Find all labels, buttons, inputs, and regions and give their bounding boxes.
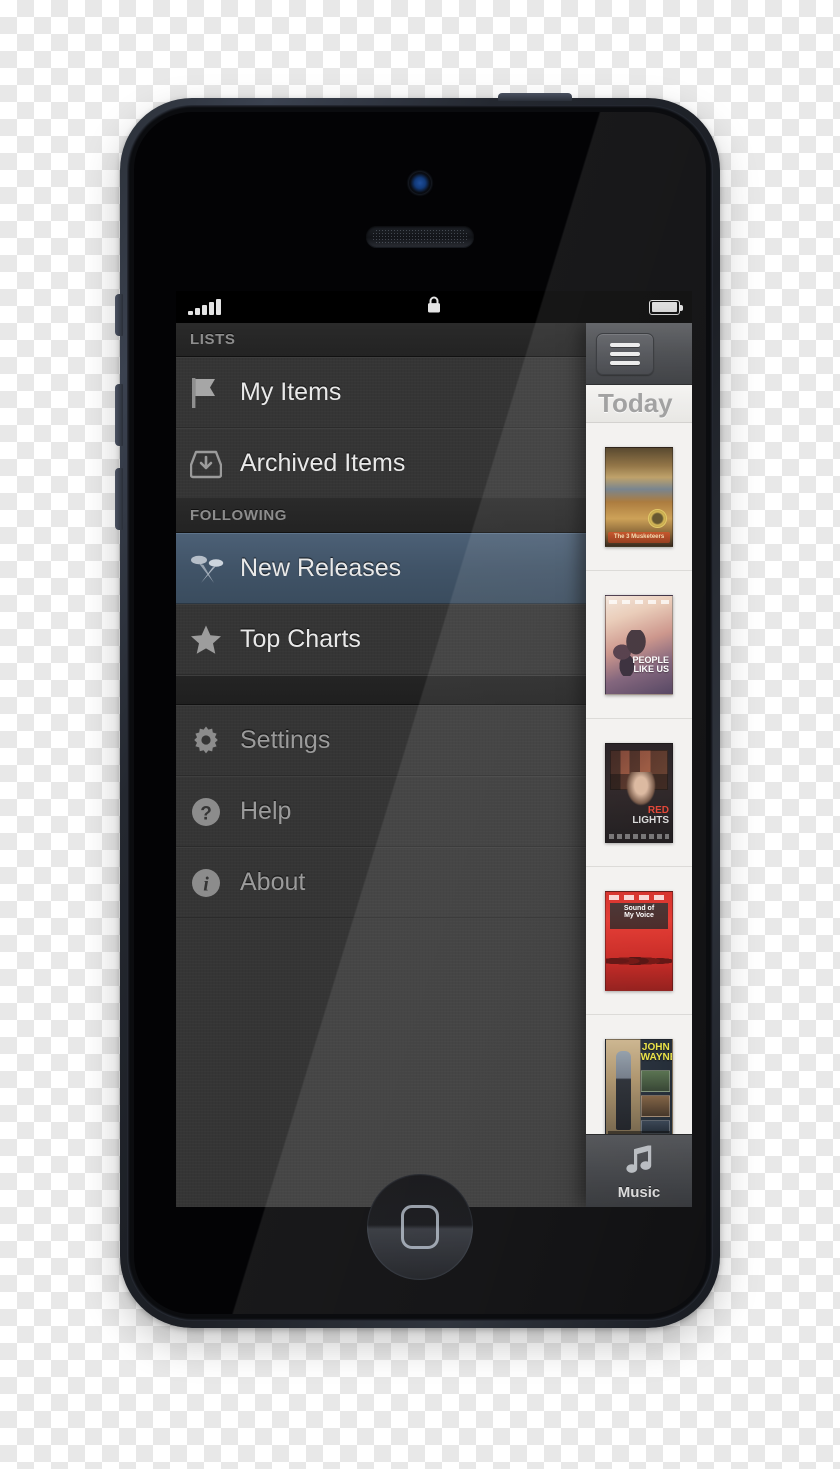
poster-laurels [609,894,669,900]
hamburger-icon[interactable] [596,332,654,375]
poster-title-text: JOHN WAYNE [640,1042,673,1063]
phone-device: LISTS My Items Archived Items FOLLOWING … [115,93,720,1328]
home-button[interactable] [367,1174,473,1280]
poster-title-text: RED LIGHTS [632,805,669,826]
signal-bars-icon [188,298,221,315]
question-circle-icon: ? [190,796,236,828]
tab-bar: Music [586,1134,692,1207]
poster-red-lights[interactable]: RED LIGHTS [605,742,673,843]
sidebar-item-label: New Releases [240,554,402,582]
list-item[interactable]: Sound of My Voice [586,867,692,1015]
tab-music-label: Music [617,1183,661,1201]
poster-face [626,771,656,806]
phone-screen: LISTS My Items Archived Items FOLLOWING … [176,291,692,1207]
group-header-today: Today [586,385,692,423]
content-panel[interactable]: Today The 3 Musketeers PEOPLE LIKE US RE… [586,323,692,1207]
pushpins-icon [190,552,236,586]
archive-box-icon [190,449,236,479]
tab-music[interactable]: Music [617,1142,661,1201]
screen-body: LISTS My Items Archived Items FOLLOWING … [176,323,692,1207]
poster-seal-icon [648,508,667,528]
silent-switch[interactable] [115,294,123,336]
poster-title-line2: My Voice [624,911,654,919]
list-item[interactable]: The 3 Musketeers [586,423,692,571]
poster-figure [606,1039,641,1138]
content-scroll-view[interactable]: Today The 3 Musketeers PEOPLE LIKE US RE… [586,385,692,1207]
earpiece-speaker [366,226,474,247]
poster-credits-strip [609,599,669,604]
front-camera-icon [409,172,431,194]
poster-john-wayne-double-feature[interactable]: JOHN WAYNE [605,1038,673,1139]
poster-title-line2: LIGHTS [632,814,669,826]
info-circle-icon: i [190,867,236,899]
poster-strip [640,1069,670,1092]
poster-title-banner: The 3 Musketeers [608,531,670,543]
poster-billing-block [609,833,669,839]
poster-title-line2: WAYNE [640,1051,673,1063]
list-item[interactable]: RED LIGHTS [586,719,692,867]
poster-sound-of-my-voice[interactable]: Sound of My Voice [605,890,673,991]
home-square-icon [401,1205,439,1249]
sidebar-item-label: Help [240,797,292,825]
poster-waveform [606,949,672,972]
status-bar [176,291,692,323]
sidebar-item-label: Settings [240,726,331,754]
sidebar-item-label: Archived Items [240,449,406,477]
sidebar-item-label: About [240,868,306,896]
sidebar-item-label: My Items [240,378,342,406]
lock-icon [427,296,442,319]
star-icon [190,624,236,655]
gear-icon [190,725,236,757]
poster-the-3-musketeers[interactable]: The 3 Musketeers [605,446,673,547]
poster-strip [640,1094,670,1117]
volume-down-button[interactable] [115,468,123,530]
poster-title-line2: LIKE US [633,663,669,674]
battery-icon [649,299,683,315]
music-note-icon [622,1142,656,1181]
poster-people-like-us[interactable]: PEOPLE LIKE US [605,594,673,695]
volume-up-button[interactable] [115,384,123,446]
poster-title-line1: Sound of [623,904,655,912]
list-item[interactable]: PEOPLE LIKE US [586,571,692,719]
power-button[interactable] [498,93,572,101]
flag-icon [190,376,236,410]
content-nav-bar [586,323,692,385]
phone-glass-face: LISTS My Items Archived Items FOLLOWING … [134,112,706,1314]
poster-title-text: Sound of My Voice [610,902,668,929]
sidebar-item-label: Top Charts [240,625,361,653]
poster-title-text: PEOPLE LIKE US [632,655,669,674]
svg-text:i: i [203,873,209,895]
svg-text:?: ? [200,803,212,824]
